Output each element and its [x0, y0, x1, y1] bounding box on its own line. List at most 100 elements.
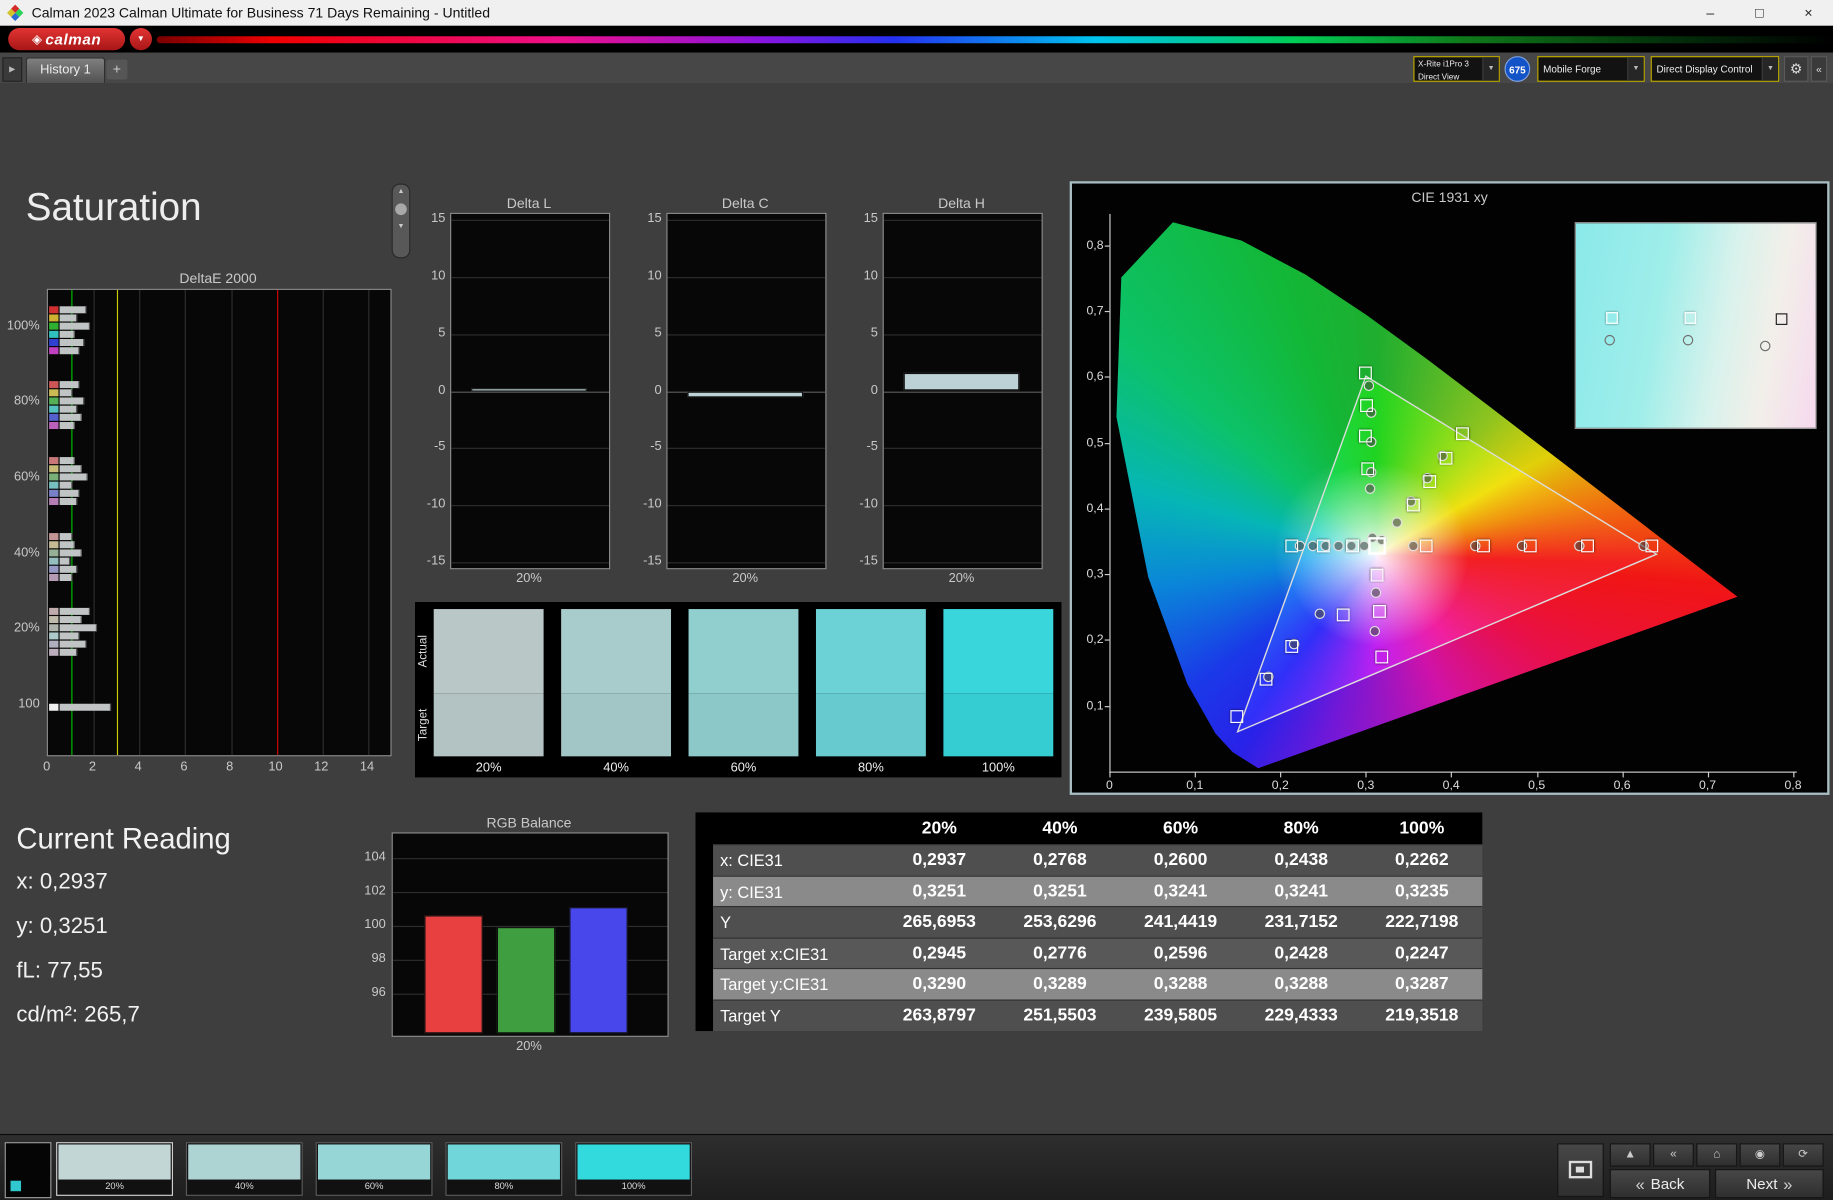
- cie-x-axis: [1109, 772, 1796, 773]
- swatch-label: 60%: [689, 761, 799, 775]
- table-header-cell: 100%: [1362, 812, 1482, 844]
- patch-swatch-80%[interactable]: 80%: [445, 1142, 562, 1196]
- cie-1931-chart-panel: CIE 1931 xy 00,10,20,30,40,50,60,70,80,1…: [1070, 181, 1830, 795]
- table-cell: 231,7152: [1241, 907, 1361, 938]
- delta-h-title: Delta H: [883, 195, 1041, 211]
- swatch-target: [943, 693, 1053, 756]
- deltae-gridline: [139, 290, 140, 755]
- cie-y-tick-label: 0,2: [1072, 633, 1104, 647]
- deltae-bar: [60, 607, 91, 614]
- cie-x-tick: [1708, 772, 1709, 778]
- cie-y-tick: [1105, 442, 1110, 443]
- delta-bar: [687, 391, 803, 398]
- next-button[interactable]: Next »: [1715, 1169, 1824, 1198]
- deltae-bar-chip: [49, 397, 58, 404]
- nav-up-button[interactable]: ▲: [1610, 1143, 1651, 1166]
- deltae-bar: [60, 456, 75, 463]
- maximize-button[interactable]: □: [1735, 0, 1784, 26]
- swatch-label: 100%: [943, 761, 1053, 775]
- target-point: [1371, 569, 1384, 582]
- scroll-down-button[interactable]: ▼: [393, 220, 409, 234]
- current-reading-cdm2: cd/m²: 265,7: [16, 1003, 139, 1029]
- cie-y-tick-label: 0,3: [1072, 567, 1104, 581]
- page-title: Saturation: [26, 185, 202, 229]
- cie-y-tick-label: 0,8: [1072, 238, 1104, 252]
- close-button[interactable]: ×: [1784, 0, 1833, 26]
- deltae-bar: [60, 381, 79, 388]
- deltae-chart-title: DeltaE 2000: [47, 270, 390, 286]
- table-cell: 0,3241: [1120, 876, 1240, 907]
- nav-refresh-button[interactable]: ⟳: [1783, 1143, 1824, 1166]
- display-control-button[interactable]: [1557, 1143, 1604, 1197]
- calman-diamond-icon: ◈: [32, 32, 42, 47]
- table-cell: 0,2945: [879, 938, 999, 969]
- deltae-bar-chip: [49, 456, 58, 463]
- history-scrollbar[interactable]: ▲ ▼: [392, 184, 411, 259]
- scroll-up-button[interactable]: ▲: [393, 185, 409, 199]
- nav-home-button[interactable]: ⌂: [1696, 1143, 1737, 1166]
- meter-selector-dropdown[interactable]: X-Rite i1Pro 3 Direct View ▼: [1413, 56, 1500, 82]
- patch-swatch-40%[interactable]: 40%: [186, 1142, 303, 1196]
- deltae-bar: [60, 565, 77, 572]
- back-label: Back: [1651, 1175, 1685, 1193]
- swatch-target: [816, 693, 926, 756]
- swatch-column: 60%: [689, 602, 799, 777]
- deltae-bar-chip: [49, 541, 58, 548]
- logo-menu-button[interactable]: ▼: [130, 28, 152, 50]
- swatch-color: [448, 1144, 560, 1179]
- tab-history-1[interactable]: History 1: [26, 57, 105, 83]
- deltae-bar-chip: [49, 306, 58, 313]
- rgb-bar-green: [497, 927, 555, 1034]
- current-reading-title: Current Reading: [16, 823, 230, 857]
- swatch-color: [318, 1144, 430, 1179]
- delta-gridline: [668, 562, 826, 563]
- swatch-label: 40%: [561, 761, 671, 775]
- table-cell: 0,3251: [1000, 876, 1120, 907]
- swatch-actual: [816, 609, 926, 693]
- deltae-bar: [60, 314, 77, 321]
- nav-rewind-button[interactable]: «: [1653, 1143, 1694, 1166]
- target-point: [1456, 428, 1469, 441]
- target-point: [1359, 366, 1372, 379]
- table-cell: 0,2937: [879, 845, 999, 876]
- delta-y-tick-label: 10: [431, 269, 445, 283]
- cie-y-tick-label: 0,4: [1072, 501, 1104, 515]
- cie-x-tick: [1195, 772, 1196, 778]
- patch-swatch-100%[interactable]: 100%: [575, 1142, 692, 1196]
- minimize-button[interactable]: –: [1686, 0, 1735, 26]
- expand-panel-button[interactable]: ▶: [2, 57, 22, 82]
- settings-gear-button[interactable]: ⚙: [1784, 56, 1809, 82]
- back-button[interactable]: « Back: [1610, 1169, 1711, 1198]
- patch-swatch-60%[interactable]: 60%: [316, 1142, 433, 1196]
- table-row-label: Target Y: [720, 1001, 781, 1032]
- patch-swatch-20%[interactable]: 20%: [56, 1142, 173, 1196]
- deltae-gridline: [94, 290, 95, 755]
- nav-record-button[interactable]: ◉: [1739, 1143, 1780, 1166]
- scroll-thumb[interactable]: [395, 203, 407, 215]
- deltae-bar-chip: [49, 389, 58, 396]
- table-cell: 0,2596: [1120, 938, 1240, 969]
- cie-x-tick: [1622, 772, 1623, 778]
- add-tab-button[interactable]: +: [106, 60, 127, 80]
- source-selector-dropdown[interactable]: Mobile Forge ▼: [1537, 56, 1645, 82]
- deltae-bar-chip: [49, 347, 58, 354]
- swatch-color: [188, 1144, 300, 1179]
- collapse-toolbar-button[interactable]: «: [1811, 56, 1827, 82]
- table-row-label: x: CIE31: [720, 845, 783, 876]
- table-cell: 0,3288: [1241, 970, 1361, 1001]
- actual-target-swatch-panel: Actual Target 20%40%60%80%100%: [415, 602, 1061, 777]
- target-point: [1317, 540, 1330, 553]
- inset-target-point: [1606, 312, 1618, 324]
- workflow-selector-dropdown[interactable]: Direct Display Control ▼: [1651, 56, 1780, 82]
- table-cell: 0,3290: [879, 970, 999, 1001]
- delta-gridline: [451, 220, 609, 221]
- deltae-bar-chip: [49, 632, 58, 639]
- table-left-strip: [696, 812, 714, 1031]
- deltae-y-label: 60%: [14, 470, 40, 484]
- table-cell: 0,2262: [1362, 845, 1482, 876]
- delta-gridline: [668, 220, 826, 221]
- target-point: [1285, 540, 1298, 553]
- slide-thumbnail[interactable]: [5, 1142, 52, 1198]
- calman-logo[interactable]: ◈ calman: [8, 28, 125, 50]
- deltae-bar: [60, 481, 73, 488]
